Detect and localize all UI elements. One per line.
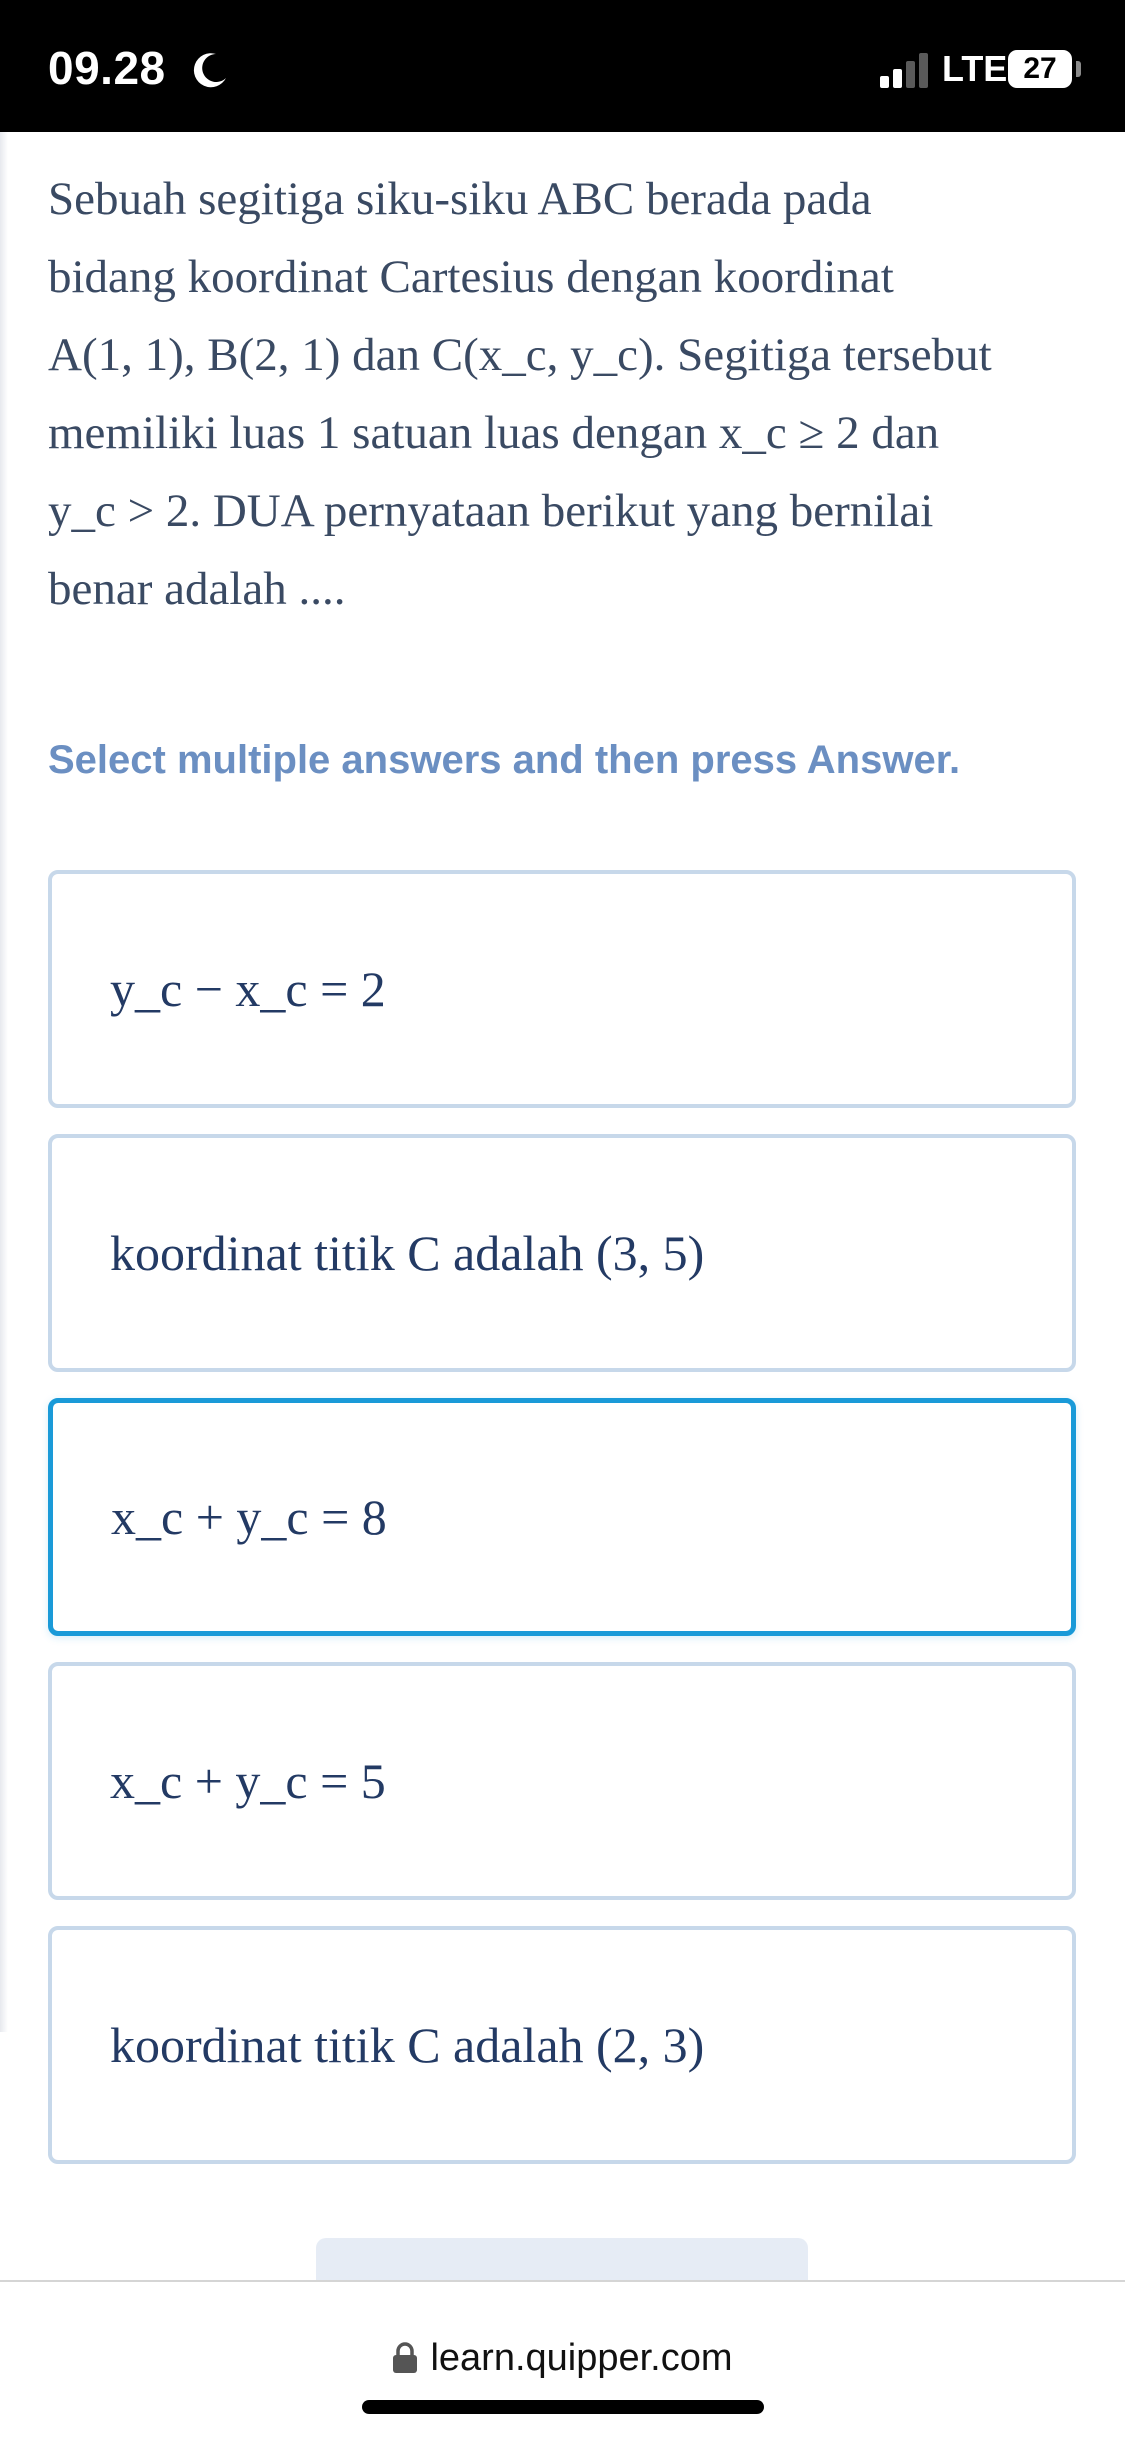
left-edge-shadow xyxy=(0,132,8,2032)
signal-icon xyxy=(880,53,928,88)
answer-options: y_c − x_c = 2 koordinat titik C adalah (… xyxy=(48,870,1076,2190)
answer-option-text: koordinat titik C adalah (2, 3) xyxy=(110,2017,705,2073)
answer-option-1[interactable]: y_c − x_c = 2 xyxy=(48,870,1076,1108)
battery-cap xyxy=(1076,61,1081,77)
answer-option-5[interactable]: koordinat titik C adalah (2, 3) xyxy=(48,1926,1076,2164)
question-line: benar adalah .... xyxy=(48,563,346,615)
question-line: A(1, 1), B(2, 1) dan C(x_c, y_c). Segiti… xyxy=(48,329,992,381)
question-line: Sebuah segitiga siku-siku ABC berada pad… xyxy=(48,173,872,225)
answer-option-3[interactable]: x_c + y_c = 8 xyxy=(48,1398,1076,1636)
answer-option-text: y_c − x_c = 2 xyxy=(110,961,386,1017)
battery-indicator: 27 xyxy=(1008,50,1072,88)
question-line: bidang koordinat Cartesius dengan koordi… xyxy=(48,251,894,303)
address-bar[interactable]: learn.quipper.com xyxy=(0,2334,1125,2382)
question-text: Sebuah segitiga siku-siku ABC berada pad… xyxy=(48,160,1088,628)
instruction-text: Select multiple answers and then press A… xyxy=(48,738,961,782)
home-indicator xyxy=(362,2400,764,2414)
moon-icon xyxy=(193,53,226,88)
status-bar: 09.28 LTE 27 xyxy=(0,0,1125,132)
question-line: memiliki luas 1 satuan luas dengan x_c ≥… xyxy=(48,407,940,459)
browser-bar: learn.quipper.com xyxy=(0,2280,1125,2438)
answer-option-text: x_c + y_c = 8 xyxy=(111,1489,387,1545)
answer-option-text: x_c + y_c = 5 xyxy=(110,1753,386,1809)
network-label: LTE xyxy=(942,48,1008,89)
status-time: 09.28 xyxy=(48,42,166,94)
lock-icon xyxy=(393,2342,418,2373)
answer-option-4[interactable]: x_c + y_c = 5 xyxy=(48,1662,1076,1900)
answer-button[interactable] xyxy=(316,2238,808,2280)
url-text: learn.quipper.com xyxy=(430,2337,733,2379)
answer-option-2[interactable]: koordinat titik C adalah (3, 5) xyxy=(48,1134,1076,1372)
question-line: y_c > 2. DUA pernyataan berikut yang ber… xyxy=(48,485,934,537)
answer-option-text: koordinat titik C adalah (3, 5) xyxy=(110,1225,705,1281)
